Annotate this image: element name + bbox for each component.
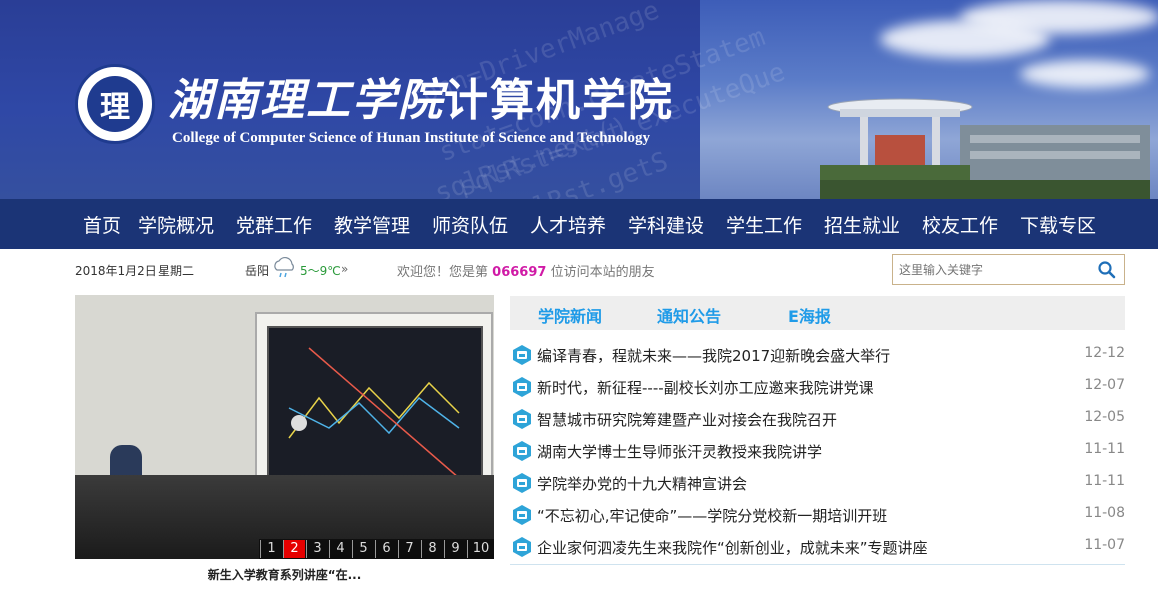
news-title[interactable]: 学院举办党的十九大精神宣讲会 — [537, 473, 747, 494]
list-item[interactable]: 湖南大学博士生导师张汗灵教授来我院讲学 11-11 — [510, 435, 1125, 467]
news-bullet-icon — [513, 377, 531, 397]
slide-page-8[interactable]: 8 — [421, 540, 443, 558]
rain-cloud-icon — [274, 256, 294, 278]
news-title[interactable]: 湖南大学博士生导师张汗灵教授来我院讲学 — [537, 441, 822, 462]
list-item[interactable]: “不忘初心,牢记使命”——学院分党校新一期培训开班 11-08 — [510, 499, 1125, 531]
nav-party[interactable]: 党群工作 — [236, 211, 312, 238]
site-title-college: 计算机学院 — [444, 75, 674, 126]
news-bullet-icon — [513, 505, 531, 525]
nav-training[interactable]: 人才培养 — [530, 211, 606, 238]
tab-notices[interactable]: 通知公告 — [657, 303, 721, 327]
news-title[interactable]: 新时代，新征程----副校长刘亦工应邀来我院讲党课 — [537, 377, 874, 398]
site-title-school: 湖南理工学院 — [168, 75, 444, 126]
list-item[interactable]: 智慧城市研究院筹建暨产业对接会在我院召开 12-05 — [510, 403, 1125, 435]
nav-discipline[interactable]: 学科建设 — [628, 211, 704, 238]
news-title[interactable]: “不忘初心,牢记使命”——学院分党校新一期培训开班 — [537, 505, 887, 526]
nav-admission[interactable]: 招生就业 — [824, 211, 900, 238]
news-bullet-icon — [513, 441, 531, 461]
news-title[interactable]: 智慧城市研究院筹建暨产业对接会在我院召开 — [537, 409, 837, 430]
news-bullet-icon — [513, 345, 531, 365]
nav-faculty[interactable]: 师资队伍 — [432, 211, 508, 238]
news-date: 12-05 — [1084, 409, 1125, 425]
slideshow-caption[interactable]: 新生入学教育系列讲座“在... — [75, 566, 494, 583]
weather-temp: 5～9℃ — [300, 264, 341, 278]
nav-teaching[interactable]: 教学管理 — [334, 211, 410, 238]
list-item[interactable]: 新时代，新征程----副校长刘亦工应邀来我院讲党课 12-07 — [510, 371, 1125, 403]
welcome-prefix: 欢迎您！您是第 — [397, 265, 489, 280]
search-box — [892, 254, 1125, 285]
slide-page-4[interactable]: 4 — [329, 540, 351, 558]
nav-about[interactable]: 学院概况 — [138, 211, 214, 238]
weather-more-link[interactable]: » — [341, 262, 348, 276]
nav-alumni[interactable]: 校友工作 — [922, 211, 998, 238]
news-bullet-icon — [513, 473, 531, 493]
list-item[interactable]: 编译青春，程就未来——我院2017迎新晚会盛大举行 12-12 — [510, 339, 1125, 371]
slide-photo-projection — [267, 326, 483, 496]
news-bullet-icon — [513, 409, 531, 429]
weather-city: 岳阳 — [245, 264, 270, 278]
main-nav: 首页 学院概况 党群工作 教学管理 师资队伍 人才培养 学科建设 学生工作 招生… — [0, 199, 1158, 249]
tab-e-poster[interactable]: E海报 — [788, 303, 831, 327]
campus-building-photo — [820, 98, 1150, 199]
slide-page-2[interactable]: 2 — [283, 540, 305, 558]
visitor-counter: 欢迎您！您是第 066697 位访问本站的朋友 — [397, 261, 655, 280]
news-list: 编译青春，程就未来——我院2017迎新晚会盛大举行 12-12 新时代，新征程-… — [510, 339, 1125, 563]
list-item[interactable]: 学院举办党的十九大精神宣讲会 11-11 — [510, 467, 1125, 499]
slide-page-9[interactable]: 9 — [444, 540, 466, 558]
visitor-count: 066697 — [492, 265, 547, 280]
news-date: 12-12 — [1084, 345, 1125, 361]
search-icon[interactable] — [1097, 260, 1117, 280]
list-item[interactable]: 企业家何泗凌先生来我院作“创新创业，成就未来”专题讲座 11-07 — [510, 531, 1125, 563]
header-banner: conn=DriverManage stat=conn.createStatem… — [0, 0, 1158, 199]
news-date: 11-08 — [1084, 505, 1125, 521]
nav-students[interactable]: 学生工作 — [726, 211, 802, 238]
slide-page-1[interactable]: 1 — [260, 540, 282, 558]
slide-page-6[interactable]: 6 — [375, 540, 397, 558]
news-divider — [510, 564, 1125, 565]
search-input[interactable] — [899, 260, 1089, 280]
slide-page-5[interactable]: 5 — [352, 540, 374, 558]
news-tabs: 学院新闻 通知公告 E海报 — [510, 296, 1125, 330]
slide-page-3[interactable]: 3 — [306, 540, 328, 558]
news-slideshow[interactable]: 1 2 3 4 5 6 7 8 9 10 — [75, 295, 494, 559]
site-title-en: College of Computer Science of Hunan Ins… — [172, 130, 651, 146]
news-date: 11-11 — [1084, 441, 1125, 457]
nav-home[interactable]: 首页 — [83, 211, 121, 238]
slideshow-pager: 1 2 3 4 5 6 7 8 9 10 — [259, 539, 494, 559]
current-weekday: 星期二 — [158, 264, 195, 278]
news-date: 12-07 — [1084, 377, 1125, 393]
nav-download[interactable]: 下载专区 — [1020, 211, 1096, 238]
news-title[interactable]: 编译青春，程就未来——我院2017迎新晚会盛大举行 — [537, 345, 890, 366]
welcome-suffix: 位访问本站的朋友 — [550, 265, 655, 280]
college-logo[interactable]: 理 — [75, 64, 155, 144]
site-title: 湖南理工学院计算机学院 — [168, 64, 674, 128]
tab-college-news[interactable]: 学院新闻 — [538, 303, 602, 327]
news-date: 11-11 — [1084, 473, 1125, 489]
news-date: 11-07 — [1084, 537, 1125, 553]
news-title[interactable]: 企业家何泗凌先生来我院作“创新创业，成就未来”专题讲座 — [537, 537, 928, 558]
news-bullet-icon — [513, 537, 531, 557]
slide-page-7[interactable]: 7 — [398, 540, 420, 558]
slide-page-10[interactable]: 10 — [467, 540, 494, 558]
current-date: 2018年1月2日 — [75, 264, 157, 278]
logo-seal-mark: 理 — [87, 76, 143, 132]
